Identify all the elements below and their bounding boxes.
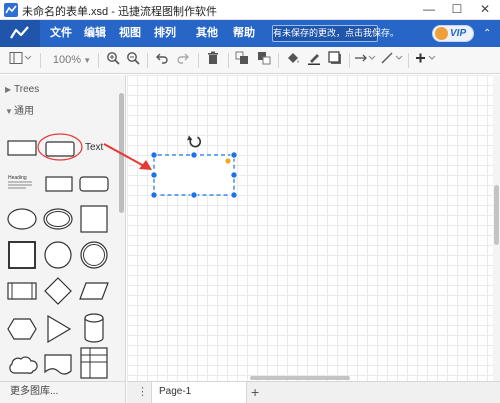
insert-icon [416, 53, 436, 63]
collapse-menu-icon[interactable]: ⌃ [483, 20, 491, 47]
section-header-general[interactable]: ▼ 通用 [0, 101, 118, 123]
shape-parallelogram[interactable] [78, 279, 110, 303]
shape-table[interactable] [78, 345, 110, 381]
shape-ellipse[interactable] [6, 205, 38, 233]
caret-down-icon: ▼ [5, 107, 13, 116]
vip-avatar-icon [435, 27, 448, 40]
selected-rounded-rectangle[interactable] [153, 154, 235, 196]
connection-style-button[interactable] [353, 51, 377, 69]
logo-icon [10, 26, 29, 39]
shadow-button[interactable] [326, 51, 344, 69]
rotate-icon[interactable] [187, 135, 202, 148]
shape-cylinder[interactable] [80, 311, 108, 345]
page-tab[interactable]: Page-1 [151, 382, 247, 403]
menu-other[interactable]: 其他 [196, 20, 218, 47]
zoom-out-button[interactable] [124, 51, 142, 69]
to-back-icon [258, 52, 271, 65]
shape-diamond[interactable] [42, 275, 74, 307]
heading-text-lines [8, 181, 32, 189]
unsaved-changes-button[interactable]: 有未保存的更改，点击我保存。 [272, 25, 399, 42]
to-back-button[interactable] [255, 51, 273, 69]
canvas-vertical-scroll-thumb[interactable] [494, 185, 499, 245]
logo-button[interactable] [0, 20, 40, 47]
section-label: 通用 [14, 106, 34, 117]
canvas-horizontal-scroll-thumb[interactable] [250, 376, 350, 380]
menu-help[interactable]: 帮助 [233, 20, 255, 47]
menu-bar: 文件 编辑 视图 排列 其他 帮助 有未保存的更改，点击我保存。 VIP ⌃ [0, 20, 500, 47]
app-icon [4, 3, 18, 17]
page-bar: ⋮ Page-1 + [127, 381, 500, 403]
shape-predefined-process[interactable] [6, 279, 38, 303]
redo-button[interactable] [174, 51, 192, 69]
fill-color-icon [288, 53, 299, 63]
delete-icon [208, 51, 218, 64]
selected-shape[interactable] [146, 130, 246, 202]
undo-icon [156, 53, 168, 64]
shape-square[interactable] [78, 203, 110, 235]
zoom-level-select[interactable]: 100% ▼ [52, 51, 92, 69]
zoom-in-button[interactable] [104, 51, 122, 69]
section-label: Trees [14, 84, 40, 95]
zoom-level-value: 100% [52, 54, 81, 66]
toolbar: 100% ▼ [0, 47, 500, 74]
more-libraries-button[interactable]: 更多图库... [0, 381, 126, 403]
format-panel-button[interactable] [8, 51, 32, 69]
delete-button[interactable] [204, 51, 222, 69]
caret-right-icon: ▶ [5, 85, 12, 94]
page-menu-icon[interactable]: ⋮ [137, 385, 148, 398]
shape-heading-text[interactable]: Heading [8, 175, 38, 193]
to-front-button[interactable] [233, 51, 251, 69]
menu-arrange[interactable]: 排列 [154, 20, 176, 47]
waypoint-style-button[interactable] [380, 51, 404, 69]
shape-double-circle[interactable] [78, 239, 110, 271]
add-page-button[interactable]: + [251, 383, 259, 401]
shape-rounded-process[interactable] [78, 173, 110, 195]
minimize-button[interactable]: — [415, 0, 443, 20]
edit-handle[interactable] [224, 157, 232, 165]
close-button[interactable]: ✕ [471, 0, 499, 20]
shape-process[interactable] [44, 173, 74, 195]
zoom-in-icon [107, 52, 120, 65]
canvas-vertical-scrollbar[interactable] [493, 75, 500, 381]
waypoint-icon [381, 52, 403, 64]
redo-icon [177, 53, 189, 64]
shape-document[interactable] [42, 351, 74, 377]
shape-hexagon[interactable] [6, 315, 38, 343]
shape-circle[interactable] [42, 239, 74, 271]
shape-library-sidebar: ▶ Trees ▼ 通用 Text Heading [0, 75, 126, 381]
menu-edit[interactable]: 编辑 [84, 20, 106, 47]
vip-button[interactable]: VIP [432, 25, 474, 42]
section-header-trees[interactable]: ▶ Trees [0, 79, 118, 101]
menu-file[interactable]: 文件 [50, 20, 72, 47]
shape-double-ellipse[interactable] [42, 205, 74, 233]
shape-square-bold[interactable] [6, 239, 38, 271]
shape-triangle[interactable] [42, 313, 74, 345]
zoom-out-icon [127, 52, 140, 65]
drawing-canvas[interactable] [127, 75, 493, 381]
window-title: 未命名的表单.xsd - 迅捷流程图制作软件 [22, 6, 217, 18]
title-bar: 未命名的表单.xsd - 迅捷流程图制作软件 — ☐ ✕ [0, 0, 500, 20]
fill-color-button[interactable] [284, 51, 302, 69]
format-panel-icon [9, 52, 32, 64]
shape-rectangle[interactable] [6, 137, 38, 159]
annotation-circle [37, 133, 83, 161]
menu-view[interactable]: 视图 [119, 20, 141, 47]
line-color-button[interactable] [305, 51, 323, 69]
maximize-button[interactable]: ☐ [443, 0, 471, 20]
insert-button[interactable] [413, 51, 437, 69]
shape-cloud[interactable] [6, 351, 38, 377]
to-front-icon [235, 51, 248, 64]
shadow-icon [328, 51, 341, 64]
vip-label: VIP [450, 28, 467, 39]
undo-button[interactable] [153, 51, 171, 69]
line-color-icon [308, 54, 320, 65]
connection-icon [355, 54, 376, 62]
